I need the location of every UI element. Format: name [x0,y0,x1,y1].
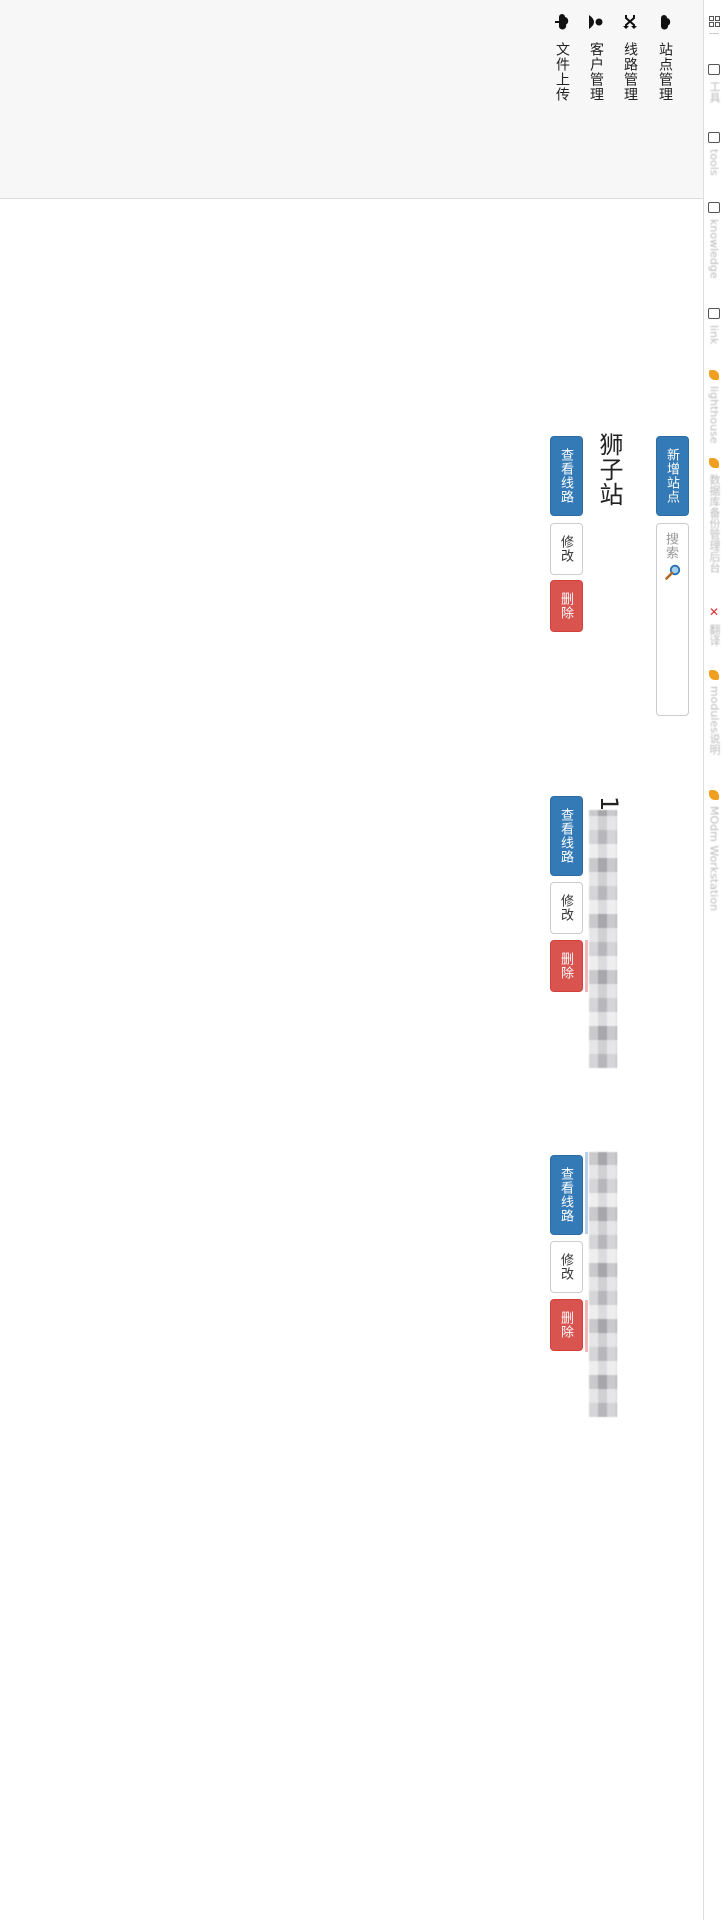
bookmarks-bar: 工具 tools knowledge link lighthouse 数据库备份… [703,0,723,1920]
folder-icon [708,202,720,213]
edit-button[interactable]: 修改 [550,882,583,934]
sidebar-item-upload[interactable]: 文件上传 [551,14,573,102]
bookmark-label: lighthouse [707,386,721,444]
bookmark-label: knowledge [707,219,721,279]
view-routes-button[interactable]: 查看线路 [550,436,583,516]
bookmark-label: 工具 [708,81,721,103]
bookmark-item[interactable]: MOdm Workstation [706,790,722,926]
redacted-fragment [585,1152,588,1234]
bookmark-label: 数据库备份管理后台 [708,474,721,573]
search-placeholder: 搜索 [663,532,678,560]
bookmark-item[interactable]: 工具 [706,64,722,121]
bookmark-item[interactable]: knowledge [706,202,722,291]
site-name: 狮子站 [595,432,623,507]
delete-button[interactable]: 删除 [550,940,583,992]
bookmark-label: modules说明 [708,686,721,755]
sidebar-menu: 站点管理 线路管理 客户管理 文件上传 [0,0,703,199]
sidebar-item-routes[interactable]: 线路管理 [619,14,641,102]
sidebar-item-sites[interactable]: 站点管理 [654,14,676,102]
folder-icon [708,64,720,75]
search-icon [665,564,681,580]
bookmark-label: MOdm Workstation [707,806,721,912]
apps-grid-icon [708,16,720,27]
bookmark-icon [709,458,719,468]
bookmark-item[interactable]: 数据库备份管理后台 [706,458,722,594]
shuffle-icon [623,15,637,29]
edit-button[interactable]: 修改 [550,1241,583,1293]
sidebar-item-label: 客户管理 [588,42,604,102]
cloud-icon [661,15,671,30]
delete-button[interactable]: 删除 [550,1299,583,1351]
add-site-button[interactable]: 新增站点 [656,436,689,516]
sidebar-item-label: 线路管理 [622,42,638,102]
edit-button[interactable]: 修改 [550,523,583,575]
redacted-fragment [585,940,588,992]
bookmark-item[interactable]: tools [706,132,722,193]
redacted-site-name [589,1152,617,1417]
delete-button[interactable]: 删除 [550,580,583,632]
bookmarks-separator [709,33,719,34]
bookmark-icon [709,370,719,380]
bookmark-item[interactable]: lighthouse [706,370,722,450]
redacted-fragment [585,1300,588,1352]
user-icon [589,15,603,29]
translate-icon: ✕ [708,605,720,619]
search-input[interactable]: 搜索 [656,523,689,716]
folder-icon [708,308,720,319]
apps-shortcut[interactable] [706,16,722,27]
view-routes-button[interactable]: 查看线路 [550,796,583,876]
upload-icon [555,14,569,30]
redacted-site-name [589,810,617,1068]
bookmark-icon [709,790,719,800]
bookmark-label: link [707,325,721,345]
sidebar-item-customers[interactable]: 客户管理 [585,14,607,102]
folder-icon [708,132,720,143]
bookmark-label: 翻译 [708,624,721,646]
sidebar-item-label: 站点管理 [657,42,673,102]
bookmark-item[interactable]: modules说明 [706,670,722,782]
bookmark-label: tools [707,149,721,176]
view-routes-button[interactable]: 查看线路 [550,1155,583,1235]
bookmark-item[interactable]: ✕ 翻译 [706,606,722,664]
bookmark-icon [709,670,719,680]
sidebar-item-label: 文件上传 [554,42,570,102]
bookmark-item[interactable]: link [706,308,722,361]
